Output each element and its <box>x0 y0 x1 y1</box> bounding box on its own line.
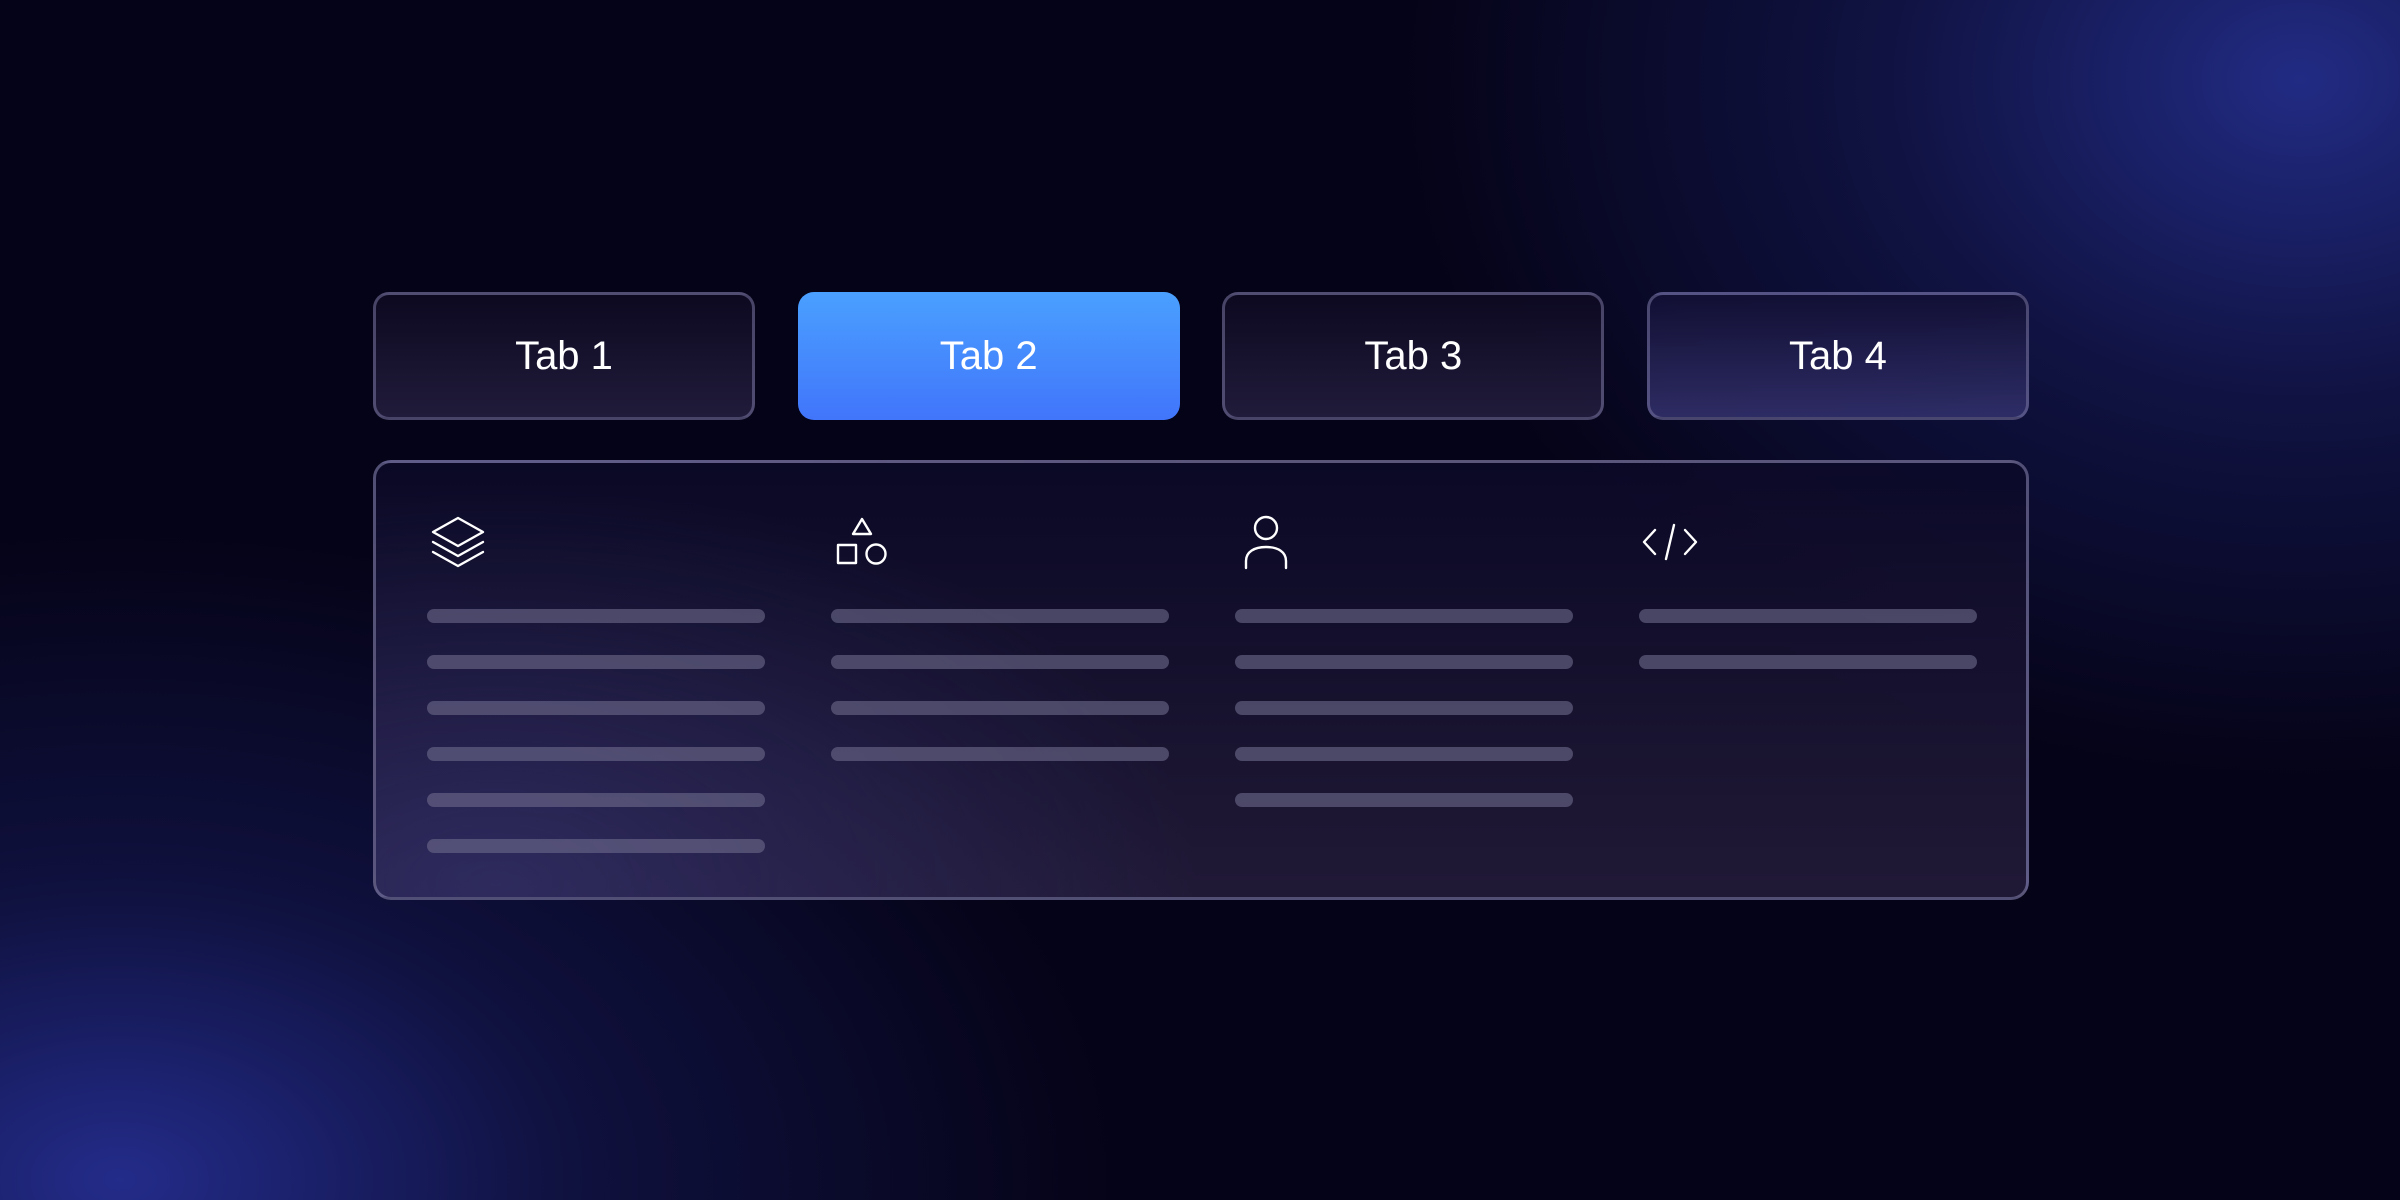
placeholder-line <box>1639 609 1977 623</box>
placeholder-line <box>1235 609 1573 623</box>
placeholder-line <box>427 655 765 669</box>
placeholder-line <box>427 793 765 807</box>
user-icon <box>1244 515 1288 570</box>
tab-3[interactable]: Tab 3 <box>1222 292 1605 420</box>
placeholder-line <box>1235 793 1573 807</box>
placeholder-line <box>831 609 1169 623</box>
code-icon <box>1642 523 1698 561</box>
tab-2[interactable]: Tab 2 <box>797 292 1180 420</box>
tab-4[interactable]: Tab 4 <box>1646 292 2029 420</box>
placeholder-line <box>1639 655 1977 669</box>
placeholder-line <box>831 747 1169 761</box>
placeholder-line <box>427 609 765 623</box>
placeholder-line <box>1235 655 1573 669</box>
placeholder-line <box>831 701 1169 715</box>
placeholder-line <box>1235 747 1573 761</box>
placeholder-line <box>427 747 765 761</box>
panel-column-3 <box>1235 513 1575 839</box>
placeholder-lines <box>831 609 1171 761</box>
layers-icon <box>431 516 485 568</box>
placeholder-line <box>427 839 765 853</box>
placeholder-line <box>427 701 765 715</box>
tab-1[interactable]: Tab 1 <box>373 292 755 420</box>
placeholder-line <box>1235 701 1573 715</box>
panel-column-2 <box>831 513 1171 793</box>
tab-bar: Tab 1 Tab 2 Tab 3 Tab 4 <box>373 292 2029 420</box>
placeholder-lines <box>427 609 767 853</box>
panel-column-4 <box>1639 513 1979 701</box>
placeholder-lines <box>1639 609 1979 669</box>
panel-column-1 <box>427 513 767 885</box>
tab-content-panel <box>373 460 2029 900</box>
placeholder-lines <box>1235 609 1575 807</box>
shapes-icon <box>836 517 887 565</box>
placeholder-line <box>831 655 1169 669</box>
